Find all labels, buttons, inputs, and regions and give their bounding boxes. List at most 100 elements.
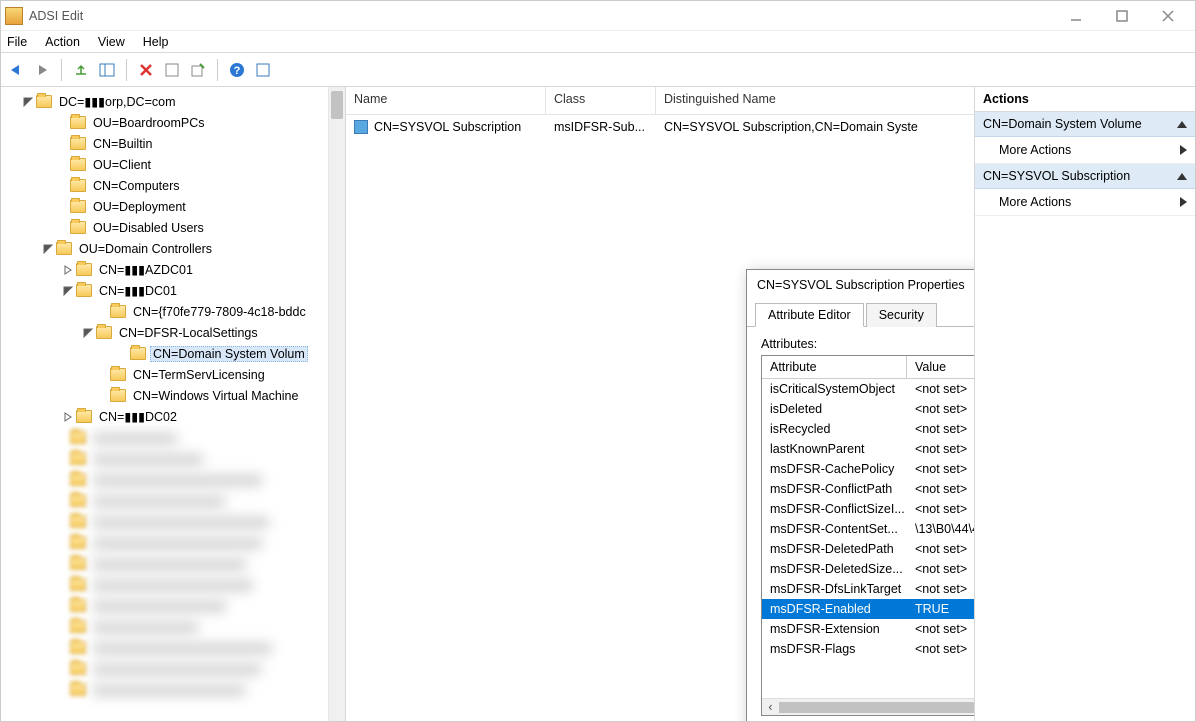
actions-group-header[interactable]: CN=SYSVOL Subscription xyxy=(975,164,1195,189)
actions-pane: Actions CN=Domain System Volume More Act… xyxy=(975,87,1195,721)
tree-item[interactable]: DC=▮▮▮orp,DC=com xyxy=(5,91,345,112)
tree-item-redacted[interactable]: xxxxxxxxxxxxxx xyxy=(5,448,345,469)
attr-value: <not set> xyxy=(907,441,975,457)
attr-name: msDFSR-Flags xyxy=(762,641,907,657)
attribute-row[interactable]: msDFSR-ConflictPath<not set> xyxy=(762,479,975,499)
tree-item[interactable]: CN=Windows Virtual Machine xyxy=(5,385,345,406)
tree-item-redacted[interactable]: xxxxxxxxxxxxxx xyxy=(5,553,345,574)
menu-file[interactable]: File xyxy=(7,35,27,49)
actions-item-label: More Actions xyxy=(999,143,1071,157)
tree-item-redacted[interactable]: xxxxxxxxxxxxxx xyxy=(5,511,345,532)
attribute-row[interactable]: msDFSR-DeletedPath<not set> xyxy=(762,539,975,559)
actions-item-more[interactable]: More Actions xyxy=(975,137,1195,164)
expand-toggle-icon[interactable] xyxy=(61,284,74,297)
tree-item[interactable]: OU=Client xyxy=(5,154,345,175)
maximize-button[interactable] xyxy=(1099,2,1145,30)
tree-item-label: xxxxxxxxxxxxxx xyxy=(90,661,264,677)
up-button[interactable] xyxy=(70,59,92,81)
folder-icon xyxy=(130,347,146,360)
tree-item-redacted[interactable]: xxxxxxxxxxxxxx xyxy=(5,469,345,490)
actions-item-more[interactable]: More Actions xyxy=(975,189,1195,216)
close-button[interactable] xyxy=(1145,2,1191,30)
forward-button[interactable] xyxy=(31,59,53,81)
tree-item[interactable]: CN=TermServLicensing xyxy=(5,364,345,385)
list-row[interactable]: CN=SYSVOL Subscription msIDFSR-Sub... CN… xyxy=(346,115,974,139)
attr-value: \13\B0\44\47\9F\EE\11\43\97\8D\20\7B xyxy=(907,521,975,537)
expand-toggle-icon[interactable] xyxy=(61,263,74,276)
refresh-button[interactable] xyxy=(161,59,183,81)
show-hide-tree-button[interactable] xyxy=(96,59,118,81)
attr-name: msDFSR-DeletedPath xyxy=(762,541,907,557)
attribute-row[interactable]: msDFSR-CachePolicy<not set> xyxy=(762,459,975,479)
tree-item-redacted[interactable]: xxxxxxxxxxxxxx xyxy=(5,679,345,700)
attribute-row[interactable]: isDeleted<not set> xyxy=(762,399,975,419)
cell-class: msIDFSR-Sub... xyxy=(546,118,656,136)
tree-item[interactable]: CN=▮▮▮DC01 xyxy=(5,280,345,301)
scroll-left-icon[interactable]: ‹ xyxy=(762,699,779,716)
tree-item[interactable]: CN={f70fe779-7809-4c18-bddc xyxy=(5,301,345,322)
export-button[interactable] xyxy=(187,59,209,81)
delete-button[interactable] xyxy=(135,59,157,81)
expand-toggle-icon[interactable] xyxy=(81,326,94,339)
attribute-row[interactable]: msDFSR-Extension<not set> xyxy=(762,619,975,639)
column-header-value[interactable]: Value xyxy=(907,356,975,378)
tree-item-redacted[interactable]: xxxxxxxxxxxxxx xyxy=(5,616,345,637)
attribute-row[interactable]: lastKnownParent<not set> xyxy=(762,439,975,459)
tree-item[interactable]: CN=▮▮▮AZDC01 xyxy=(5,259,345,280)
menu-view[interactable]: View xyxy=(98,35,125,49)
menu-action[interactable]: Action xyxy=(45,35,80,49)
tree-item[interactable]: CN=DFSR-LocalSettings xyxy=(5,322,345,343)
tab-attribute-editor[interactable]: Attribute Editor xyxy=(755,303,864,327)
tree-item[interactable]: OU=BoardroomPCs xyxy=(5,112,345,133)
tree-item[interactable]: CN=Computers xyxy=(5,175,345,196)
attribute-row[interactable]: msDFSR-EnabledTRUE xyxy=(762,599,975,619)
attribute-row[interactable]: msDFSR-Flags<not set> xyxy=(762,639,975,659)
attr-horizontal-scrollbar[interactable]: ‹ › xyxy=(762,698,975,715)
tree-item[interactable]: OU=Domain Controllers xyxy=(5,238,345,259)
expand-toggle-icon[interactable] xyxy=(21,95,34,108)
folder-icon xyxy=(70,599,86,612)
column-header-name[interactable]: Name xyxy=(346,87,546,114)
actions-header: Actions xyxy=(975,87,1195,112)
tree-item-label: OU=Domain Controllers xyxy=(76,241,215,257)
tree-item-redacted[interactable]: xxxxxxxxxxxxxx xyxy=(5,637,345,658)
expand-toggle-icon[interactable] xyxy=(61,410,74,423)
scrollbar-thumb[interactable] xyxy=(779,702,975,713)
expand-toggle-icon[interactable] xyxy=(41,242,54,255)
back-button[interactable] xyxy=(5,59,27,81)
attribute-row[interactable]: msDFSR-DfsLinkTarget<not set> xyxy=(762,579,975,599)
attribute-row[interactable]: isRecycled<not set> xyxy=(762,419,975,439)
new-window-button[interactable] xyxy=(252,59,274,81)
column-header-class[interactable]: Class xyxy=(546,87,656,114)
tree-item-redacted[interactable]: xxxxxxxxxxxxxx xyxy=(5,574,345,595)
attribute-row[interactable]: msDFSR-ContentSet...\13\B0\44\47\9F\EE\1… xyxy=(762,519,975,539)
tree-item[interactable]: OU=Deployment xyxy=(5,196,345,217)
tree-item[interactable]: CN=▮▮▮DC02 xyxy=(5,406,345,427)
tree-item-redacted[interactable]: xxxxxxxxxxxxxx xyxy=(5,490,345,511)
attribute-row[interactable]: msDFSR-ConflictSizeI...<not set> xyxy=(762,499,975,519)
attribute-row[interactable]: isCriticalSystemObject<not set> xyxy=(762,379,975,399)
tree-item-redacted[interactable]: xxxxxxxxxxxxxx xyxy=(5,658,345,679)
tree-item-redacted[interactable]: xxxxxxxxxxxxxx xyxy=(5,532,345,553)
actions-group-header[interactable]: CN=Domain System Volume xyxy=(975,112,1195,137)
tab-security[interactable]: Security xyxy=(866,303,937,327)
tree-item-redacted[interactable]: xxxxxxxxxxxxxx xyxy=(5,595,345,616)
attr-name: isCriticalSystemObject xyxy=(762,381,907,397)
help-button[interactable]: ? xyxy=(226,59,248,81)
column-header-attribute[interactable]: Attribute xyxy=(762,356,907,378)
column-header-dn[interactable]: Distinguished Name xyxy=(656,87,974,114)
collapse-icon xyxy=(1177,173,1187,180)
minimize-button[interactable] xyxy=(1053,2,1099,30)
scrollbar-thumb[interactable] xyxy=(331,91,343,119)
menu-help[interactable]: Help xyxy=(143,35,169,49)
folder-icon xyxy=(110,389,126,402)
tree-item[interactable]: OU=Disabled Users xyxy=(5,217,345,238)
tree-item-redacted[interactable]: xxxxxxxxxxxxxx xyxy=(5,427,345,448)
attr-value: <not set> xyxy=(907,381,975,397)
attribute-row[interactable]: msDFSR-DeletedSize...<not set> xyxy=(762,559,975,579)
tree-scrollbar[interactable] xyxy=(328,87,345,721)
folder-icon xyxy=(56,242,72,255)
tree-item-selected[interactable]: CN=Domain System Volum xyxy=(5,343,345,364)
folder-icon xyxy=(70,452,86,465)
tree-item[interactable]: CN=Builtin xyxy=(5,133,345,154)
